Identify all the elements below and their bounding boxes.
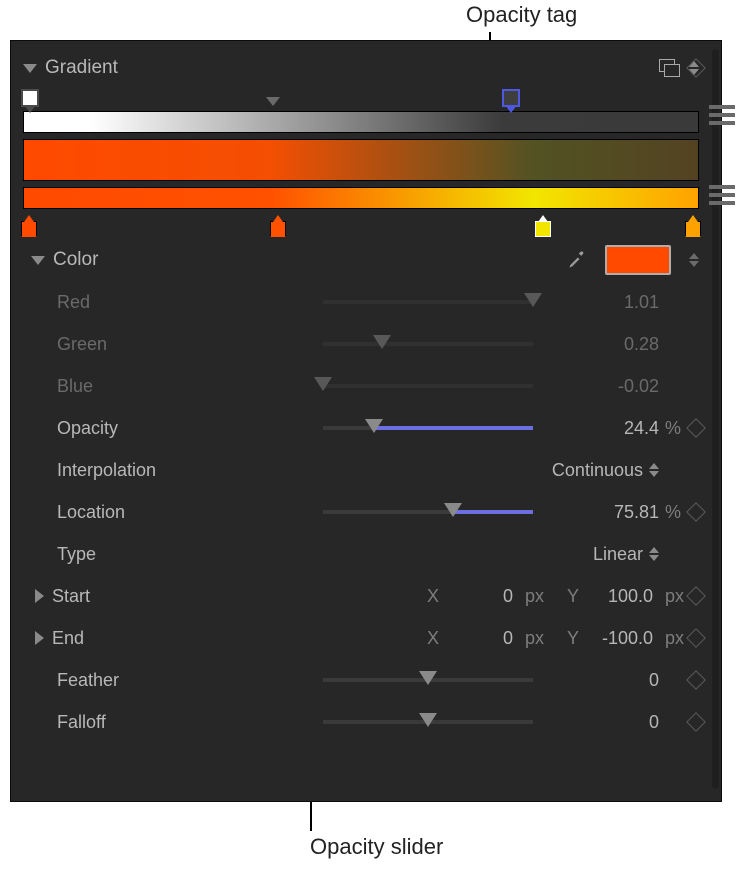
start-y-value[interactable]: 100.0 bbox=[587, 586, 653, 607]
color-gradient-bar[interactable] bbox=[23, 187, 699, 209]
scrollbar[interactable] bbox=[712, 49, 719, 789]
color-stop[interactable] bbox=[685, 221, 701, 237]
color-swatch[interactable] bbox=[605, 245, 671, 275]
location-label: Location bbox=[57, 502, 125, 523]
opacity-gradient-bar[interactable] bbox=[23, 111, 699, 133]
falloff-value[interactable]: 0 bbox=[547, 712, 659, 733]
blue-slider[interactable] bbox=[323, 384, 533, 388]
blue-row: Blue -0.02 bbox=[23, 365, 699, 407]
color-stop-selected[interactable] bbox=[535, 221, 551, 237]
color-stop[interactable] bbox=[270, 221, 286, 237]
falloff-label: Falloff bbox=[57, 712, 106, 733]
feather-row: Feather 0 bbox=[23, 659, 699, 701]
type-label: Type bbox=[57, 544, 96, 565]
disclosure-triangle[interactable] bbox=[23, 64, 37, 73]
gradient-preview bbox=[23, 139, 699, 181]
eyedropper-icon[interactable] bbox=[567, 250, 587, 270]
interpolation-row: Interpolation Continuous bbox=[23, 449, 699, 491]
red-value[interactable]: 1.01 bbox=[547, 292, 659, 313]
location-slider[interactable] bbox=[323, 510, 533, 514]
axis-x-label: X bbox=[425, 628, 441, 649]
section-title-gradient: Gradient bbox=[45, 57, 118, 79]
start-label: Start bbox=[52, 586, 90, 607]
opacity-value[interactable]: 24.4 bbox=[547, 418, 659, 439]
color-popup-stepper[interactable] bbox=[689, 253, 699, 267]
feather-label: Feather bbox=[57, 670, 119, 691]
type-row: Type Linear bbox=[23, 533, 699, 575]
axis-y-label: Y bbox=[565, 628, 581, 649]
opacity-spread-marker[interactable] bbox=[266, 97, 280, 106]
opacity-label: Opacity bbox=[57, 418, 118, 439]
opacity-tag-selected[interactable] bbox=[502, 89, 520, 107]
opacity-tag[interactable] bbox=[21, 89, 39, 107]
distribute-stops-icon[interactable] bbox=[709, 185, 735, 209]
red-slider[interactable] bbox=[323, 300, 533, 304]
section-title-color: Color bbox=[53, 249, 98, 271]
green-row: Green 0.28 bbox=[23, 323, 699, 365]
end-label: End bbox=[52, 628, 84, 649]
green-label: Green bbox=[57, 334, 107, 355]
distribute-tags-icon[interactable] bbox=[709, 105, 735, 129]
keyframe-diamond[interactable] bbox=[686, 670, 706, 690]
start-x-value[interactable]: 0 bbox=[447, 586, 513, 607]
blue-label: Blue bbox=[57, 376, 93, 397]
px-unit: px bbox=[525, 586, 559, 607]
end-row: End X 0 px Y -100.0 px bbox=[23, 617, 699, 659]
color-header-row: Color bbox=[23, 239, 699, 281]
interpolation-label: Interpolation bbox=[57, 460, 156, 481]
end-y-value[interactable]: -100.0 bbox=[587, 628, 653, 649]
start-row: Start X 0 px Y 100.0 px bbox=[23, 575, 699, 617]
blue-value[interactable]: -0.02 bbox=[547, 376, 659, 397]
falloff-row: Falloff 0 bbox=[23, 701, 699, 743]
opacity-row: Opacity 24.4 % bbox=[23, 407, 699, 449]
green-slider[interactable] bbox=[323, 342, 533, 346]
px-unit: px bbox=[525, 628, 559, 649]
opacity-slider[interactable] bbox=[323, 426, 533, 430]
disclosure-triangle[interactable] bbox=[31, 256, 45, 265]
annotation-opacity-slider: Opacity slider bbox=[310, 834, 443, 860]
feather-slider[interactable] bbox=[323, 678, 533, 682]
red-label: Red bbox=[57, 292, 90, 313]
disclosure-triangle[interactable] bbox=[35, 589, 44, 603]
gradient-presets-icon[interactable] bbox=[659, 59, 681, 77]
axis-y-label: Y bbox=[565, 586, 581, 607]
axis-x-label: X bbox=[425, 586, 441, 607]
green-value[interactable]: 0.28 bbox=[547, 334, 659, 355]
annotation-opacity-tag: Opacity tag bbox=[466, 2, 577, 28]
interpolation-popup[interactable]: Continuous bbox=[552, 460, 659, 481]
inspector-panel: Gradient bbox=[10, 40, 722, 802]
falloff-slider[interactable] bbox=[323, 720, 533, 724]
color-stop[interactable] bbox=[21, 221, 37, 237]
location-value[interactable]: 75.81 bbox=[547, 502, 659, 523]
end-x-value[interactable]: 0 bbox=[447, 628, 513, 649]
type-popup[interactable]: Linear bbox=[593, 544, 659, 565]
gradient-header-row: Gradient bbox=[23, 47, 699, 89]
red-row: Red 1.01 bbox=[23, 281, 699, 323]
keyframe-diamond[interactable] bbox=[686, 712, 706, 732]
location-row: Location 75.81 % bbox=[23, 491, 699, 533]
feather-value[interactable]: 0 bbox=[547, 670, 659, 691]
disclosure-triangle[interactable] bbox=[35, 631, 44, 645]
